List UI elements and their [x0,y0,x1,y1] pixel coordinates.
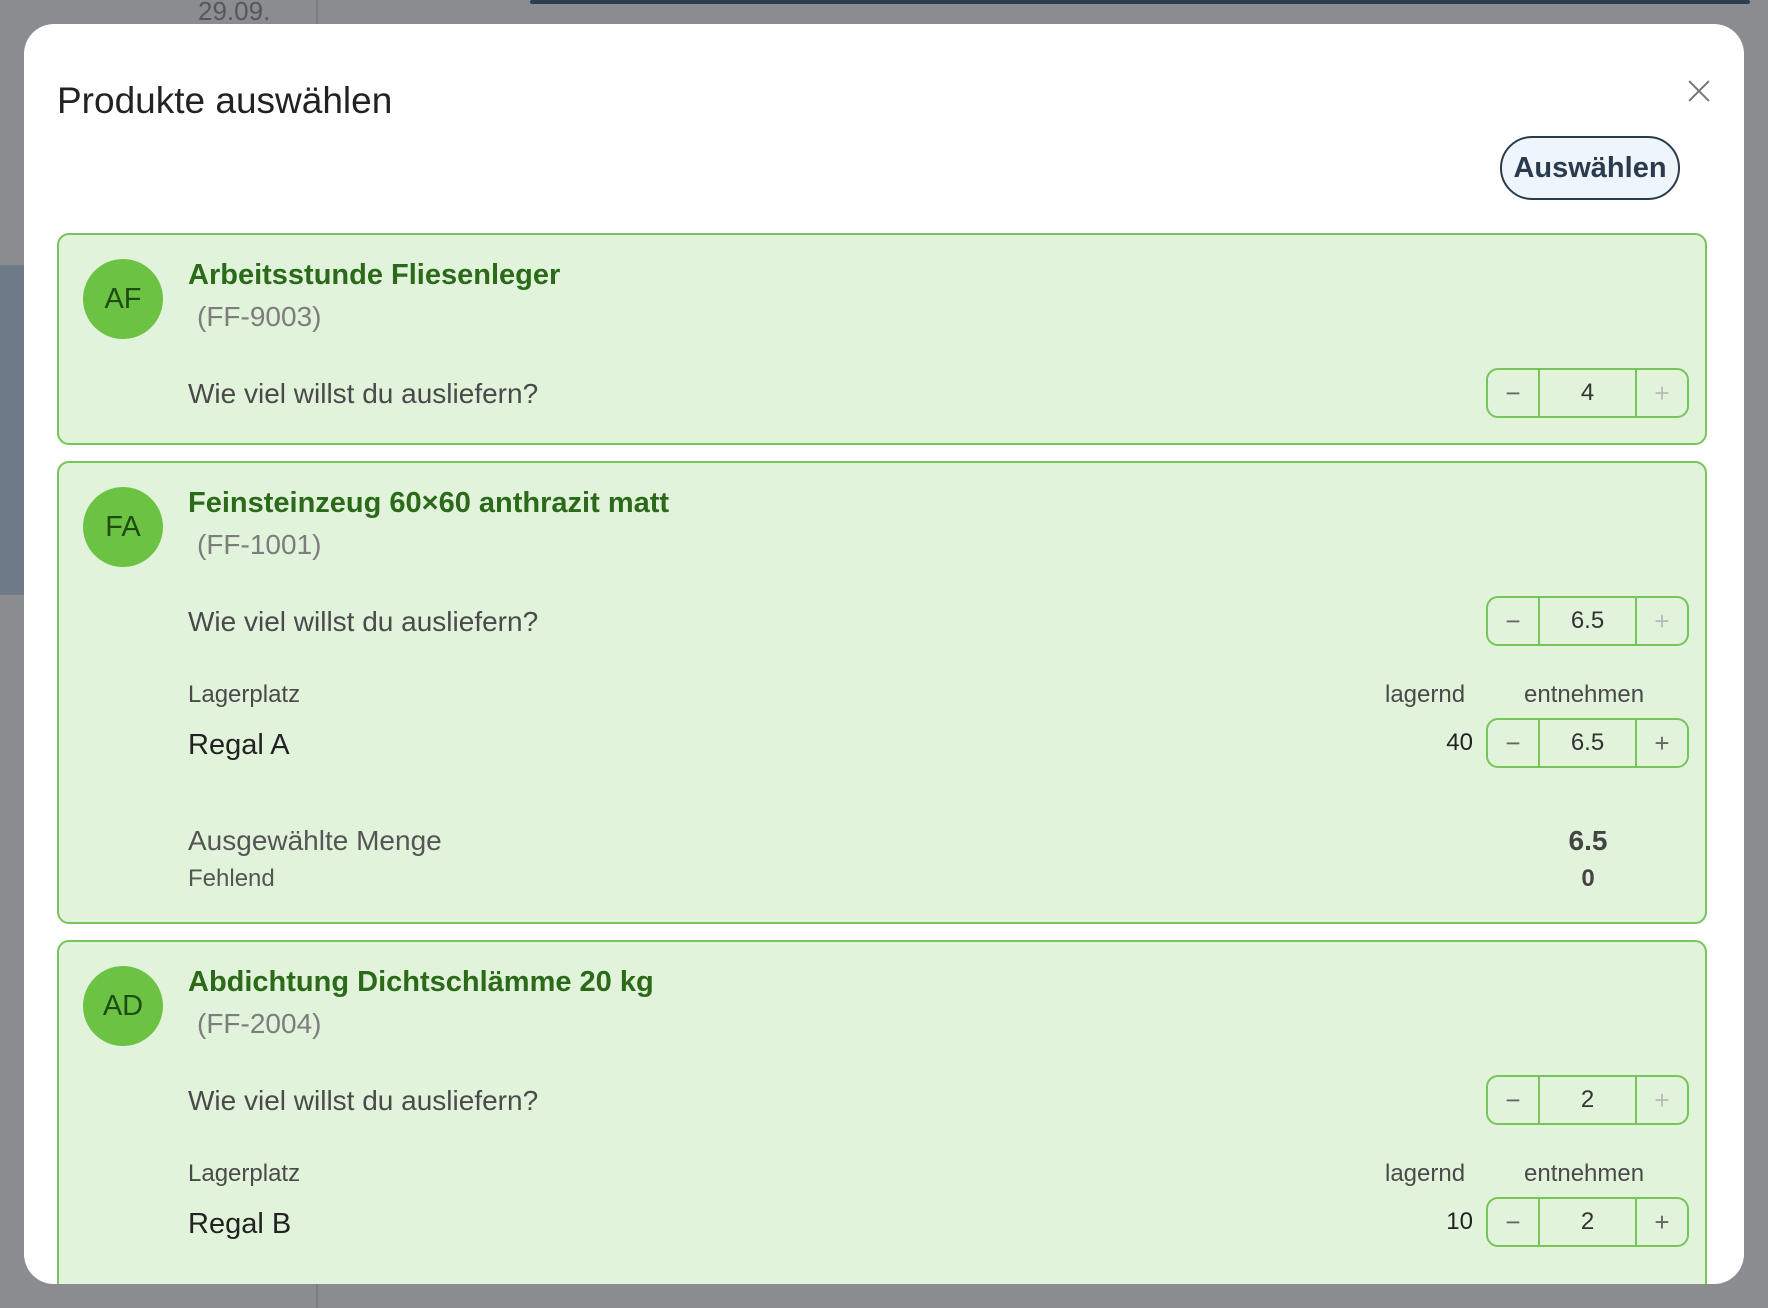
storage-location: Regal A [188,729,290,761]
quantity-value[interactable]: 4 [1540,370,1635,416]
select-button[interactable]: Auswählen [1500,136,1680,200]
background-image [0,265,24,595]
decrement-button[interactable]: − [1488,370,1540,416]
take-value[interactable]: 6.5 [1540,720,1635,766]
missing-label: Fehlend [188,865,275,892]
close-icon[interactable] [1682,74,1716,108]
quantity-value[interactable]: 6.5 [1540,598,1635,644]
delivery-question: Wie viel willst du ausliefern? [188,606,539,637]
storage-location-header: Lagerplatz [188,1160,301,1187]
product-select-dialog: Produkte auswählen Auswählen AF Arbeitss… [24,24,1744,1284]
dialog-title: Produkte auswählen [57,80,393,121]
stock-value: 10 [1446,1208,1473,1235]
delivery-question: Wie viel willst du ausliefern? [188,378,539,409]
missing-value: 0 [1581,865,1595,892]
take-header: entnehmen [1524,681,1645,708]
product-name: Arbeitsstunde Fliesenleger [188,259,561,291]
decrement-button[interactable]: − [1488,1077,1540,1123]
selected-quantity-value: 6.5 [1568,825,1608,856]
increment-button[interactable]: + [1635,1077,1687,1123]
stock-header: lagernd [1385,1160,1466,1187]
take-stepper: − 2 + [1486,1197,1689,1247]
delivery-question: Wie viel willst du ausliefern? [188,1085,539,1116]
product-card: FA Feinsteinzeug 60×60 anthrazit matt (F… [57,461,1707,924]
product-avatar: FA [83,487,163,567]
quantity-value[interactable]: 2 [1540,1077,1635,1123]
product-sku: (FF-2004) [197,1008,322,1039]
storage-location: Regal B [188,1208,292,1240]
take-header: entnehmen [1524,1160,1645,1187]
stock-header: lagernd [1385,681,1466,708]
decrement-button[interactable]: − [1488,598,1540,644]
quantity-stepper: − 4 + [1486,368,1689,418]
background-header-bar [530,0,1750,4]
background-date: 29.09. [198,0,271,26]
increment-button[interactable]: + [1635,598,1687,644]
selected-quantity-label: Ausgewählte Menge [188,825,442,856]
take-value[interactable]: 2 [1540,1199,1635,1245]
quantity-stepper: − 6.5 + [1486,596,1689,646]
product-name: Abdichtung Dichtschlämme 20 kg [188,966,654,998]
product-card: AF Arbeitsstunde Fliesenleger (FF-9003) … [57,233,1707,445]
increment-button[interactable]: + [1635,370,1687,416]
take-stepper: − 6.5 + [1486,718,1689,768]
product-avatar: AF [83,259,163,339]
product-sku: (FF-1001) [197,529,322,560]
quantity-stepper: − 2 + [1486,1075,1689,1125]
stock-value: 40 [1446,729,1473,756]
product-sku: (FF-9003) [197,301,322,332]
decrement-button[interactable]: − [1488,1199,1540,1245]
increment-button[interactable]: + [1635,1199,1687,1245]
increment-button[interactable]: + [1635,720,1687,766]
product-name: Feinsteinzeug 60×60 anthrazit matt [188,487,670,519]
product-card: AD Abdichtung Dichtschlämme 20 kg (FF-20… [57,940,1707,1284]
storage-location-header: Lagerplatz [188,681,301,708]
decrement-button[interactable]: − [1488,720,1540,766]
product-avatar: AD [83,966,163,1046]
